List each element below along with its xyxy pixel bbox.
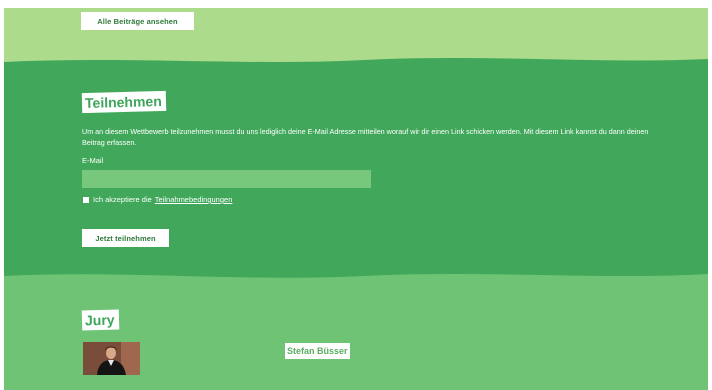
submit-participation-button[interactable]: Jetzt teilnehmen: [82, 229, 169, 247]
participate-intro-text: Um an diesem Wettbewerb teilzunehmen mus…: [82, 127, 649, 147]
terms-label: Ich akzeptiere die: [93, 195, 152, 204]
jury-member-name[interactable]: Stefan Büsser: [285, 343, 350, 359]
person-portrait-icon: [83, 342, 140, 375]
email-label: E-Mail: [82, 156, 104, 165]
jury-member-photo[interactable]: [83, 342, 140, 375]
participate-title: Teilnehmen: [81, 90, 167, 114]
terms-checkbox[interactable]: [83, 196, 89, 203]
email-field[interactable]: [82, 170, 371, 188]
terms-row: Ich akzeptiere die Teilnahmebedingungen: [83, 195, 232, 204]
all-posts-button[interactable]: Alle Beiträge ansehen: [81, 12, 194, 30]
terms-link[interactable]: Teilnahmebedingungen: [155, 195, 233, 204]
jury-title: Jury: [81, 309, 119, 331]
page: Alle Beiträge ansehen Teilnehmen Um an d…: [0, 0, 712, 390]
